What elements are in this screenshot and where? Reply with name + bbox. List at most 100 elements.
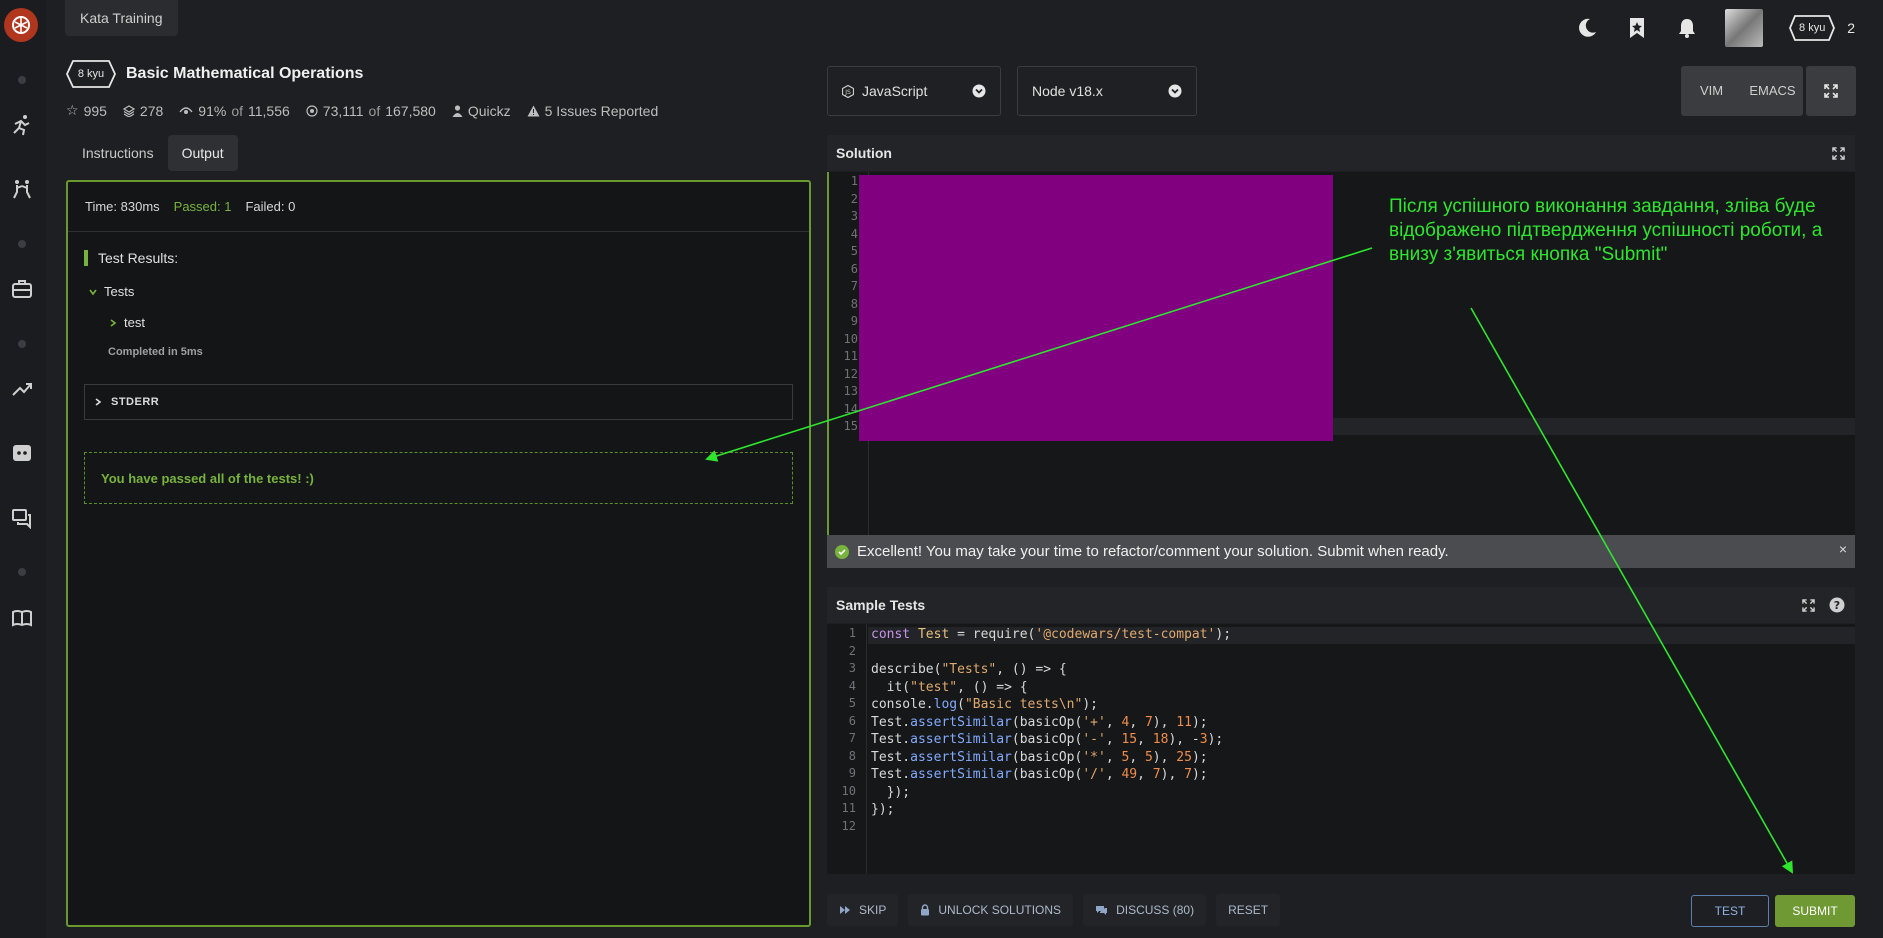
test-results-title: Test Results: bbox=[98, 250, 179, 266]
dojo-icon[interactable] bbox=[10, 177, 34, 201]
code-line: console.log("Basic tests\n"); bbox=[871, 697, 1098, 712]
line-number: 4 bbox=[850, 226, 858, 241]
line-number: 6 bbox=[848, 713, 856, 728]
chevron-down-icon bbox=[1168, 84, 1182, 98]
star-icon: ☆ bbox=[66, 102, 79, 118]
user-icon bbox=[452, 104, 463, 117]
run-time: Time: 830ms bbox=[85, 199, 160, 214]
collections-stat[interactable]: 278 bbox=[122, 103, 163, 119]
reset-button[interactable]: RESET bbox=[1216, 894, 1281, 926]
line-number: 5 bbox=[850, 244, 858, 258]
tests-group[interactable]: Tests bbox=[88, 284, 793, 299]
bookmark-star-icon[interactable] bbox=[1625, 16, 1649, 40]
issues-stat[interactable]: 5 Issues Reported bbox=[527, 102, 659, 119]
practice-icon[interactable] bbox=[10, 113, 34, 137]
line-number: 2 bbox=[850, 191, 858, 206]
discord-icon[interactable] bbox=[10, 441, 34, 465]
layers-icon bbox=[122, 104, 135, 117]
unlock-solutions-label: UNLOCK SOLUTIONS bbox=[938, 903, 1062, 917]
code-line: Test.assertSimilar(basicOp('*', 5, 5), 2… bbox=[871, 749, 1208, 765]
user-avatar[interactable] bbox=[1725, 9, 1764, 47]
rail-divider-dot bbox=[18, 340, 26, 348]
line-number: 7 bbox=[850, 279, 858, 293]
skip-button[interactable]: SKIP bbox=[827, 894, 899, 926]
completed-total: 167,580 bbox=[385, 102, 436, 119]
line-number: 15 bbox=[843, 419, 858, 433]
chevron-right-icon bbox=[95, 398, 102, 406]
stderr-toggle[interactable]: STDERR bbox=[84, 384, 793, 420]
chevron-right-icon bbox=[110, 318, 117, 327]
discussion-icon[interactable] bbox=[10, 506, 34, 530]
runtime-value: Node v18.x bbox=[1032, 83, 1103, 99]
line-number: 11 bbox=[843, 349, 858, 363]
author-name: Quickz bbox=[467, 102, 511, 119]
stderr-label: STDERR bbox=[111, 396, 160, 408]
output-panel: Time: 830ms Passed: 1 Failed: 0 Test Res… bbox=[66, 180, 811, 927]
code-line: describe("Tests", () => { bbox=[871, 662, 1067, 677]
test-item-label: test bbox=[124, 315, 145, 330]
kata-title-row: 8 kyu Basic Mathematical Operations bbox=[66, 60, 363, 88]
failed-count: Failed: 0 bbox=[245, 199, 296, 214]
chevron-down-icon bbox=[972, 84, 986, 98]
expand-icon[interactable] bbox=[1802, 598, 1815, 612]
codewars-logo-icon[interactable] bbox=[4, 8, 38, 42]
sample-tests-title: Sample Tests bbox=[836, 597, 926, 613]
svg-text:JS: JS bbox=[844, 89, 851, 96]
code-line: }); bbox=[871, 784, 911, 800]
briefcase-icon[interactable] bbox=[10, 277, 34, 301]
skip-label: SKIP bbox=[859, 903, 887, 917]
tab-output[interactable]: Output bbox=[167, 135, 238, 171]
help-icon[interactable]: ? bbox=[1829, 597, 1845, 613]
line-number: 10 bbox=[841, 783, 856, 798]
kata-rank-badge: 8 kyu bbox=[66, 60, 116, 88]
annotation-text: Після успішного виконання завдання, злів… bbox=[1389, 196, 1823, 265]
nodejs-hex-icon: JS bbox=[842, 84, 854, 98]
dark-mode-moon-icon[interactable] bbox=[1575, 16, 1599, 40]
line-number: 10 bbox=[843, 331, 858, 346]
vim-mode-button[interactable]: VIM bbox=[1681, 66, 1742, 116]
solution-title: Solution bbox=[836, 145, 892, 161]
of-label: of bbox=[368, 102, 381, 119]
code-line: Test.assertSimilar(basicOp('/', 49, 7), … bbox=[871, 767, 1208, 782]
line-number: 12 bbox=[841, 818, 856, 833]
kata-title[interactable]: Basic Mathematical Operations bbox=[126, 65, 363, 83]
emacs-mode-button[interactable]: EMACS bbox=[1742, 66, 1803, 116]
notifications-bell-icon[interactable] bbox=[1675, 16, 1699, 40]
leaderboard-trend-icon[interactable] bbox=[10, 377, 34, 401]
close-icon[interactable]: × bbox=[1839, 541, 1847, 557]
line-number: 14 bbox=[843, 401, 858, 416]
runtime-select[interactable]: Node v18.x bbox=[1017, 66, 1197, 116]
completed-stat: 73,111 of 167,580 bbox=[306, 103, 436, 119]
stars-stat[interactable]: ☆ 995 bbox=[66, 102, 107, 119]
sample-tests-code: const Test = require('@codewars/test-com… bbox=[871, 626, 1231, 836]
submit-button[interactable]: SUBMIT bbox=[1775, 895, 1855, 927]
app-root: Kata Training 8 kyu 2 8 kyu Basic Mathem… bbox=[0, 0, 1883, 938]
sample-tests-editor[interactable]: 1 2 3 4 5 6 7 8 9 10 11 12 const Test = require('@c… bbox=[827, 624, 1855, 874]
kata-rank-text: 8 kyu bbox=[77, 68, 105, 80]
left-tabs: Instructions Output bbox=[68, 135, 238, 171]
left-rail bbox=[0, 0, 46, 938]
fullscreen-button[interactable] bbox=[1806, 66, 1856, 116]
rail-divider-dot bbox=[18, 568, 26, 576]
sample-tests-header: Sample Tests ? bbox=[827, 587, 1855, 623]
expand-icon[interactable] bbox=[1832, 146, 1845, 160]
eye-icon bbox=[179, 106, 193, 114]
docs-book-icon[interactable] bbox=[10, 606, 34, 630]
discuss-button[interactable]: DISCUSS (80) bbox=[1083, 894, 1207, 926]
test-button[interactable]: TEST bbox=[1691, 895, 1769, 927]
chevron-down-icon bbox=[89, 289, 97, 295]
unlock-solutions-button[interactable]: UNLOCK SOLUTIONS bbox=[908, 894, 1074, 926]
author-stat[interactable]: Quickz bbox=[452, 103, 511, 119]
language-select[interactable]: JS JavaScript bbox=[827, 66, 1001, 116]
tab-instructions[interactable]: Instructions bbox=[68, 135, 168, 171]
satisfaction-total: 11,556 bbox=[248, 102, 290, 119]
line-number: 1 bbox=[850, 174, 858, 188]
code-line: }); bbox=[871, 802, 895, 817]
of-label: of bbox=[231, 102, 243, 119]
user-rank-badge[interactable]: 8 kyu 2 bbox=[1789, 15, 1855, 41]
lock-icon bbox=[921, 904, 930, 916]
issues-count: 5 Issues Reported bbox=[544, 102, 659, 119]
kata-training-tab[interactable]: Kata Training bbox=[65, 0, 178, 36]
test-item[interactable]: test bbox=[108, 315, 793, 330]
